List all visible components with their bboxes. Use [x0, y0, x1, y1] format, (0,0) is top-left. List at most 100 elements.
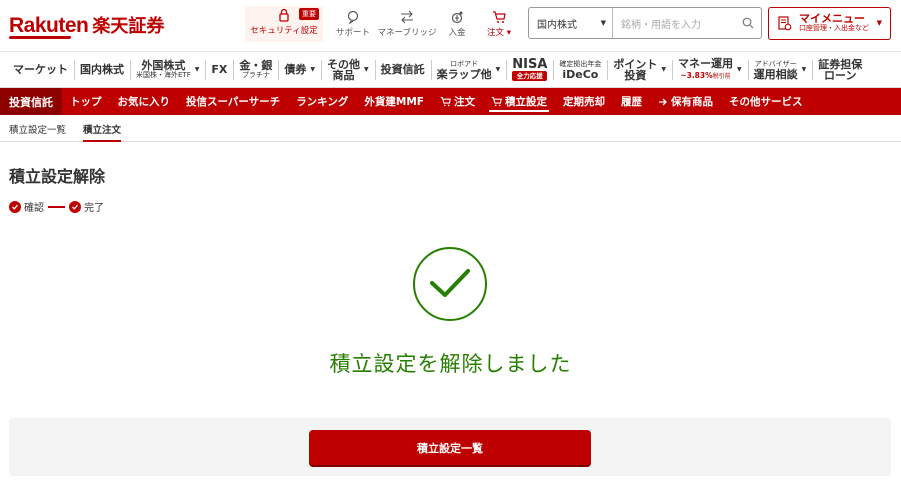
chevron-down-icon: ▼: [194, 66, 200, 73]
nav-gold-silver-sub: プラチナ: [241, 70, 270, 79]
nav-market[interactable]: マーケット: [7, 56, 74, 84]
fund-nav-foreign-mmf[interactable]: 外貨建MMF: [356, 88, 432, 115]
fund-nav-other-services[interactable]: その他サービス: [721, 88, 811, 115]
chevron-down-icon: ▼: [876, 19, 882, 27]
security-settings-button[interactable]: 重要 セキュリティ設定: [245, 6, 323, 42]
nav-robo-label: 楽ラップ他: [436, 67, 492, 81]
support-chat-icon: [347, 10, 359, 24]
nav-advisor[interactable]: アドバイザー 運用相談 ▼: [747, 56, 813, 84]
completion-message: 積立設定を解除しました: [329, 352, 572, 376]
tab-recurring-order-label: 積立注文: [83, 124, 122, 136]
fund-nav-favorites[interactable]: お気に入り: [110, 88, 179, 115]
fund-nav-periodic-sale[interactable]: 定期売却: [555, 88, 613, 115]
chevron-down-icon: ▼: [600, 19, 606, 27]
nav-domestic-stocks-label: 国内株式: [80, 63, 124, 76]
progress-steps: 確認 完了: [9, 199, 104, 214]
nav-loan-label2: ローン: [824, 68, 857, 82]
fund-nav-ranking-label: ランキング: [296, 96, 349, 108]
nav-market-label: マーケット: [13, 63, 68, 76]
security-settings-label: セキュリティ設定: [250, 26, 318, 36]
search-input[interactable]: 銘柄・用語を入力: [613, 16, 735, 31]
nav-foreign-stocks-label: 外国株式: [141, 58, 186, 72]
fund-nav-super-search[interactable]: 投信スーパーサーチ: [178, 88, 288, 115]
tab-recurring-list[interactable]: 積立設定一覧: [9, 116, 66, 142]
chevron-down-icon: ▼: [495, 66, 501, 73]
market-select[interactable]: 国内株式 ▼: [529, 8, 613, 38]
lock-icon: [279, 8, 289, 22]
nav-bonds[interactable]: 債券 ▼: [278, 56, 321, 84]
nav-point-label2: 投資: [624, 68, 647, 82]
fund-nav-recurring-settings[interactable]: 積立設定: [483, 88, 555, 115]
nav-money-rate: ~3.83%: [680, 70, 713, 80]
nav-bonds-label: 債券: [284, 63, 307, 76]
nav-robo-advisor[interactable]: ロボアド 楽ラップ他 ▼: [430, 56, 507, 84]
nav-advisor-label: 運用相談: [753, 67, 798, 81]
fund-nav-brand[interactable]: 投資信託: [0, 88, 62, 115]
cart-icon: [440, 97, 451, 107]
fund-nav-super-search-label: 投信スーパーサーチ: [186, 96, 281, 108]
fund-nav-top-label: トップ: [70, 96, 102, 108]
my-menu-subtitle: 口座管理・入出金など: [799, 24, 869, 32]
cart-icon: [491, 97, 502, 107]
order-menu-button[interactable]: 注文 ▾: [474, 8, 524, 42]
sub-nav: 積立設定一覧 積立注文: [0, 116, 901, 142]
nav-fx-label: FX: [211, 63, 228, 76]
page-title: 積立設定解除: [9, 167, 106, 186]
fund-nav-top[interactable]: トップ: [62, 88, 110, 115]
nav-gold-silver[interactable]: 金・銀 プラチナ: [233, 56, 278, 84]
fund-nav-periodic-sale-label: 定期売却: [562, 96, 605, 108]
nav-other-label2: 商品: [332, 68, 355, 82]
nav-investment-trusts-label: 投資信託: [380, 63, 425, 76]
nav-fx[interactable]: FX: [205, 56, 233, 84]
nav-foreign-stocks-sub: 米国株・海外ETF: [136, 70, 191, 79]
tab-recurring-order[interactable]: 積立注文: [83, 116, 122, 142]
nav-domestic-stocks[interactable]: 国内株式: [74, 56, 130, 84]
chevron-down-icon: ▼: [310, 66, 315, 73]
nav-money-management[interactable]: マネー運用 ~3.83%税引前 ▼: [672, 56, 748, 84]
nav-ideco[interactable]: 確定拠出年金 iDeCo: [553, 56, 607, 84]
cart-icon: [493, 11, 506, 23]
search-icon: [742, 17, 754, 29]
logo-text-en: Rakuten: [9, 14, 89, 37]
nav-gold-silver-label: 金・銀: [239, 58, 273, 72]
deposit-label: 入金: [448, 28, 466, 38]
success-check-icon: [413, 247, 487, 321]
search-button[interactable]: [735, 17, 761, 29]
order-label: 注文 ▾: [487, 28, 511, 38]
money-bridge-label: マネーブリッジ: [377, 28, 437, 38]
fund-nav-order[interactable]: 注文: [432, 88, 483, 115]
site-header: Rakuten 楽天証券 重要 セキュリティ設定 サポート マネーブリッジ 入金: [0, 0, 901, 52]
logo-text-jp: 楽天証券: [92, 16, 165, 37]
support-label: サポート: [335, 28, 370, 38]
tab-recurring-list-label: 積立設定一覧: [9, 124, 67, 136]
recurring-list-button[interactable]: 積立設定一覧: [309, 430, 591, 465]
chevron-down-icon: ▼: [737, 66, 742, 73]
rakuten-securities-logo[interactable]: Rakuten 楽天証券: [9, 12, 164, 38]
arrow-right-icon: [658, 98, 667, 105]
check-icon: [9, 200, 21, 213]
nav-investment-trusts[interactable]: 投資信託: [374, 56, 431, 84]
nav-ideco-label: iDeCo: [562, 67, 599, 81]
fund-nav-ranking[interactable]: ランキング: [288, 88, 356, 115]
chevron-down-icon: ▼: [363, 66, 369, 73]
fund-nav-recurring-label: 積立設定: [504, 96, 547, 108]
fund-nav-holdings[interactable]: 保有商品: [650, 88, 721, 115]
action-area: 積立設定一覧: [9, 418, 891, 476]
nav-securities-loan[interactable]: 証券担保 ローン: [812, 56, 868, 84]
bank-transfer-icon: [401, 10, 413, 24]
nav-point-investment[interactable]: ポイント 投資 ▼: [607, 56, 672, 84]
fund-nav-holdings-label: 保有商品: [670, 96, 713, 108]
nav-nisa[interactable]: NISA 全力応援: [506, 56, 553, 84]
step-confirm: 確認: [24, 203, 44, 214]
step-connector: [48, 205, 65, 208]
nav-other-products[interactable]: その他 商品 ▼: [320, 56, 375, 84]
step-complete: 完了: [84, 203, 104, 214]
category-nav: マーケット 国内株式 外国株式 米国株・海外ETF ▼ FX 金・銀 プラチナ 債券…: [0, 52, 901, 88]
logo-swoosh: [8, 36, 72, 39]
nav-money-label: マネー運用: [678, 56, 733, 70]
account-document-icon: [778, 16, 792, 31]
nav-foreign-stocks[interactable]: 外国株式 米国株・海外ETF ▼: [130, 56, 205, 84]
my-menu-button[interactable]: マイメニュー 口座管理・入出金など ▼: [768, 7, 891, 40]
fund-nav-history[interactable]: 履歴: [613, 88, 650, 115]
fund-nav-history-label: 履歴: [620, 96, 642, 108]
